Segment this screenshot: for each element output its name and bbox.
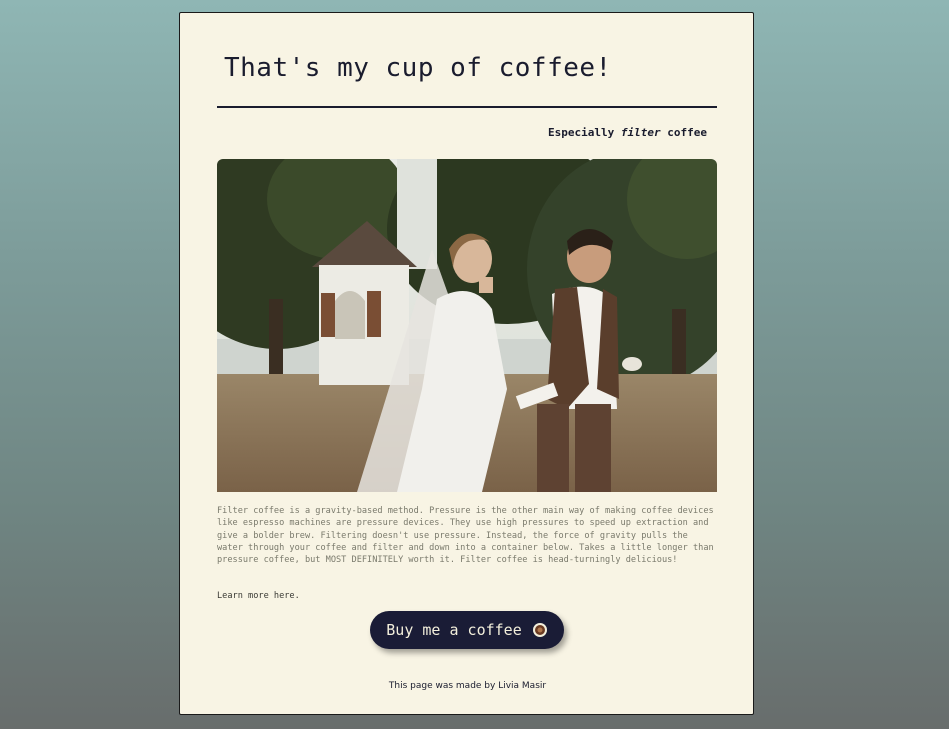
learn-more-link[interactable]: Learn more here. bbox=[217, 591, 300, 601]
subtitle-prefix: Especially bbox=[548, 126, 621, 139]
title-divider bbox=[217, 106, 717, 108]
hero-photo bbox=[217, 159, 717, 492]
subtitle-suffix: coffee bbox=[660, 126, 707, 139]
coffee-description: Filter coffee is a gravity-based method.… bbox=[217, 506, 714, 566]
subtitle-emphasis: filter bbox=[620, 126, 661, 139]
buy-coffee-label: Buy me a coffee bbox=[386, 621, 522, 639]
footer-credit: This page was made by Livia Masir bbox=[388, 681, 547, 691]
coffee-cup-icon bbox=[532, 622, 548, 638]
page-title: That's my cup of coffee! bbox=[224, 53, 612, 83]
coffee-card: That's my cup of coffee! Especially filt… bbox=[179, 12, 754, 715]
buy-coffee-button[interactable]: Buy me a coffee bbox=[370, 611, 564, 649]
page-subtitle: Especially filter coffee bbox=[548, 126, 707, 139]
